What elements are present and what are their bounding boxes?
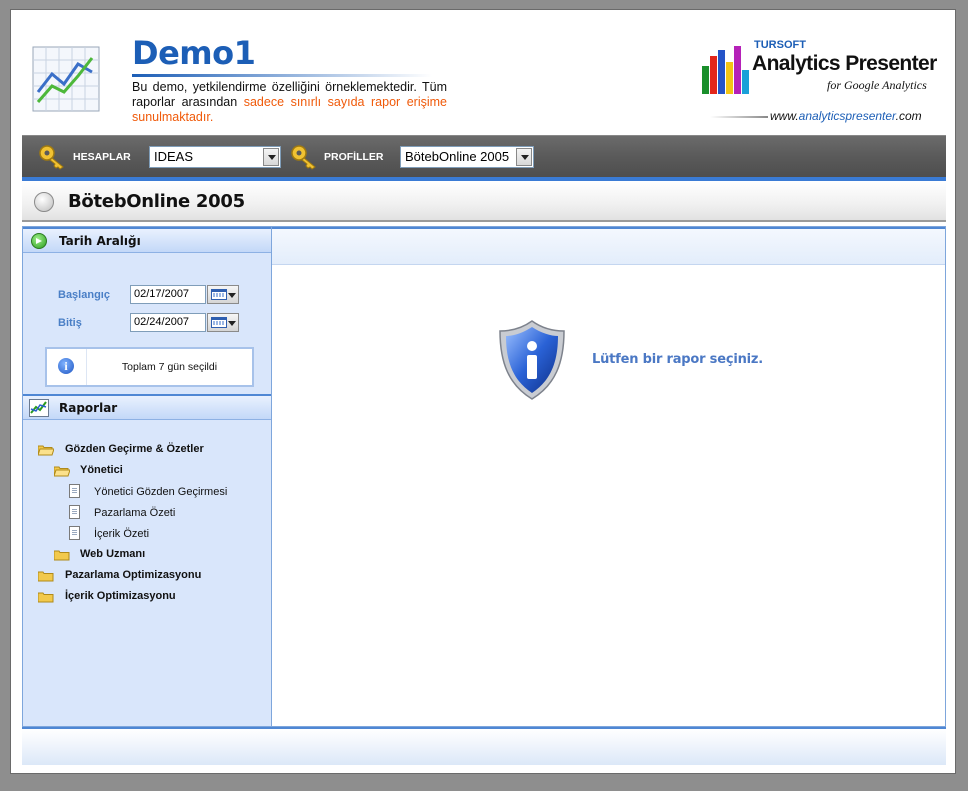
brand-tagline: for Google Analytics [827,78,927,92]
profile-bar: BötebOnline 2005 [22,182,946,222]
description: Bu demo, yetkilendirme özelliğini örnekl… [132,80,447,125]
document-icon [69,526,80,540]
title-underline [132,74,432,77]
date-range-heading: Tarih Aralığı [59,234,141,248]
end-calendar-button[interactable] [207,313,239,332]
tree-item-marketing-summary[interactable]: Pazarlama Özeti [94,507,175,519]
tree-item-executive-overview[interactable]: Yönetici Gözden Geçirmesi [94,486,227,498]
start-date-label: Başlangıç [58,289,110,301]
main-header-bar [272,227,945,265]
accounts-select-value: IDEAS [154,149,194,164]
tree-item-executive[interactable]: Yönetici [80,464,123,476]
profiles-label: PROFİLLER [324,151,384,163]
profiles-select-value: BötebOnline 2005 [405,149,510,164]
key-icon [39,145,64,170]
folder-icon [38,592,54,603]
info-icon-cell: i [47,349,87,385]
url-name: analyticspresenter [798,109,896,123]
sidebar: Tarih Aralığı Başlangıç 02/17/2007 Bitiş… [22,226,272,727]
select-report-message: Lütfen bir rapor seçiniz. [592,352,763,367]
document-icon [69,505,80,519]
app-content: Demo1 Bu demo, yetkilendirme özelliğini … [22,10,946,775]
accounts-label: HESAPLAR [73,151,131,163]
key-icon [291,145,316,170]
brand-product: Analytics Presenter [752,52,937,75]
profiles-select[interactable]: BötebOnline 2005 [400,146,534,168]
chevron-down-icon[interactable] [263,148,279,166]
bar-chart-logo-icon [702,46,749,94]
tree-item-webmaster[interactable]: Web Uzmanı [80,548,145,560]
start-calendar-button[interactable] [207,285,239,304]
reports-heading: Raporlar [59,401,118,415]
calendar-icon [211,317,227,328]
calendar-icon [211,289,227,300]
toolbar: HESAPLAR IDEAS PROFİLLER BötebOnline 200… [22,135,946,177]
end-date-input[interactable]: 02/24/2007 [130,313,206,332]
date-range-header[interactable]: Tarih Aralığı [23,227,271,253]
date-summary-box: i Toplam 7 gün seçildi [45,347,254,387]
accounts-select[interactable]: IDEAS [149,146,281,168]
reports-header[interactable]: Raporlar [23,394,271,420]
profile-title: BötebOnline 2005 [68,191,245,212]
tree-item-content-optimization[interactable]: İçerik Optimizasyonu [65,590,176,602]
line-chart-icon [32,46,100,112]
folder-open-icon [38,445,54,456]
main-content: Lütfen bir rapor seçiniz. [272,226,946,727]
info-icon: i [58,358,74,374]
chevron-down-icon [228,321,236,326]
tree-item-marketing-optimization[interactable]: Pazarlama Optimizasyonu [65,569,201,581]
start-date-input[interactable]: 02/17/2007 [130,285,206,304]
tree-item-overview-summaries[interactable]: Gözden Geçirme & Özetler [65,443,204,455]
brand-logo[interactable]: TURSOFT Analytics Presenter for Google A… [700,36,937,126]
info-shield-icon [499,320,565,400]
brand-company: TURSOFT [754,39,806,51]
brand-url-link[interactable]: www.analyticspresenter.com [770,109,922,123]
date-summary-text: Toplam 7 gün seçildi [121,361,218,373]
tree-item-content-summary[interactable]: İçerik Özeti [94,528,149,540]
brand-divider [710,116,768,118]
end-date-label: Bitiş [58,317,82,329]
footer-bar [22,727,946,765]
pointer-icon [34,192,54,212]
chevron-down-icon[interactable] [516,148,532,166]
document-icon [69,484,80,498]
folder-icon [38,571,54,582]
app-window: Demo1 Bu demo, yetkilendirme özelliğini … [10,9,956,774]
chevron-down-icon [228,293,236,298]
toolbar-divider [22,177,946,181]
chart-icon [29,399,49,417]
folder-icon [54,550,70,561]
url-prefix: www. [770,109,799,123]
url-suffix: .com [895,109,922,123]
folder-open-icon [54,466,70,477]
page-title: Demo1 [132,34,256,72]
green-arrow-icon [31,233,47,249]
